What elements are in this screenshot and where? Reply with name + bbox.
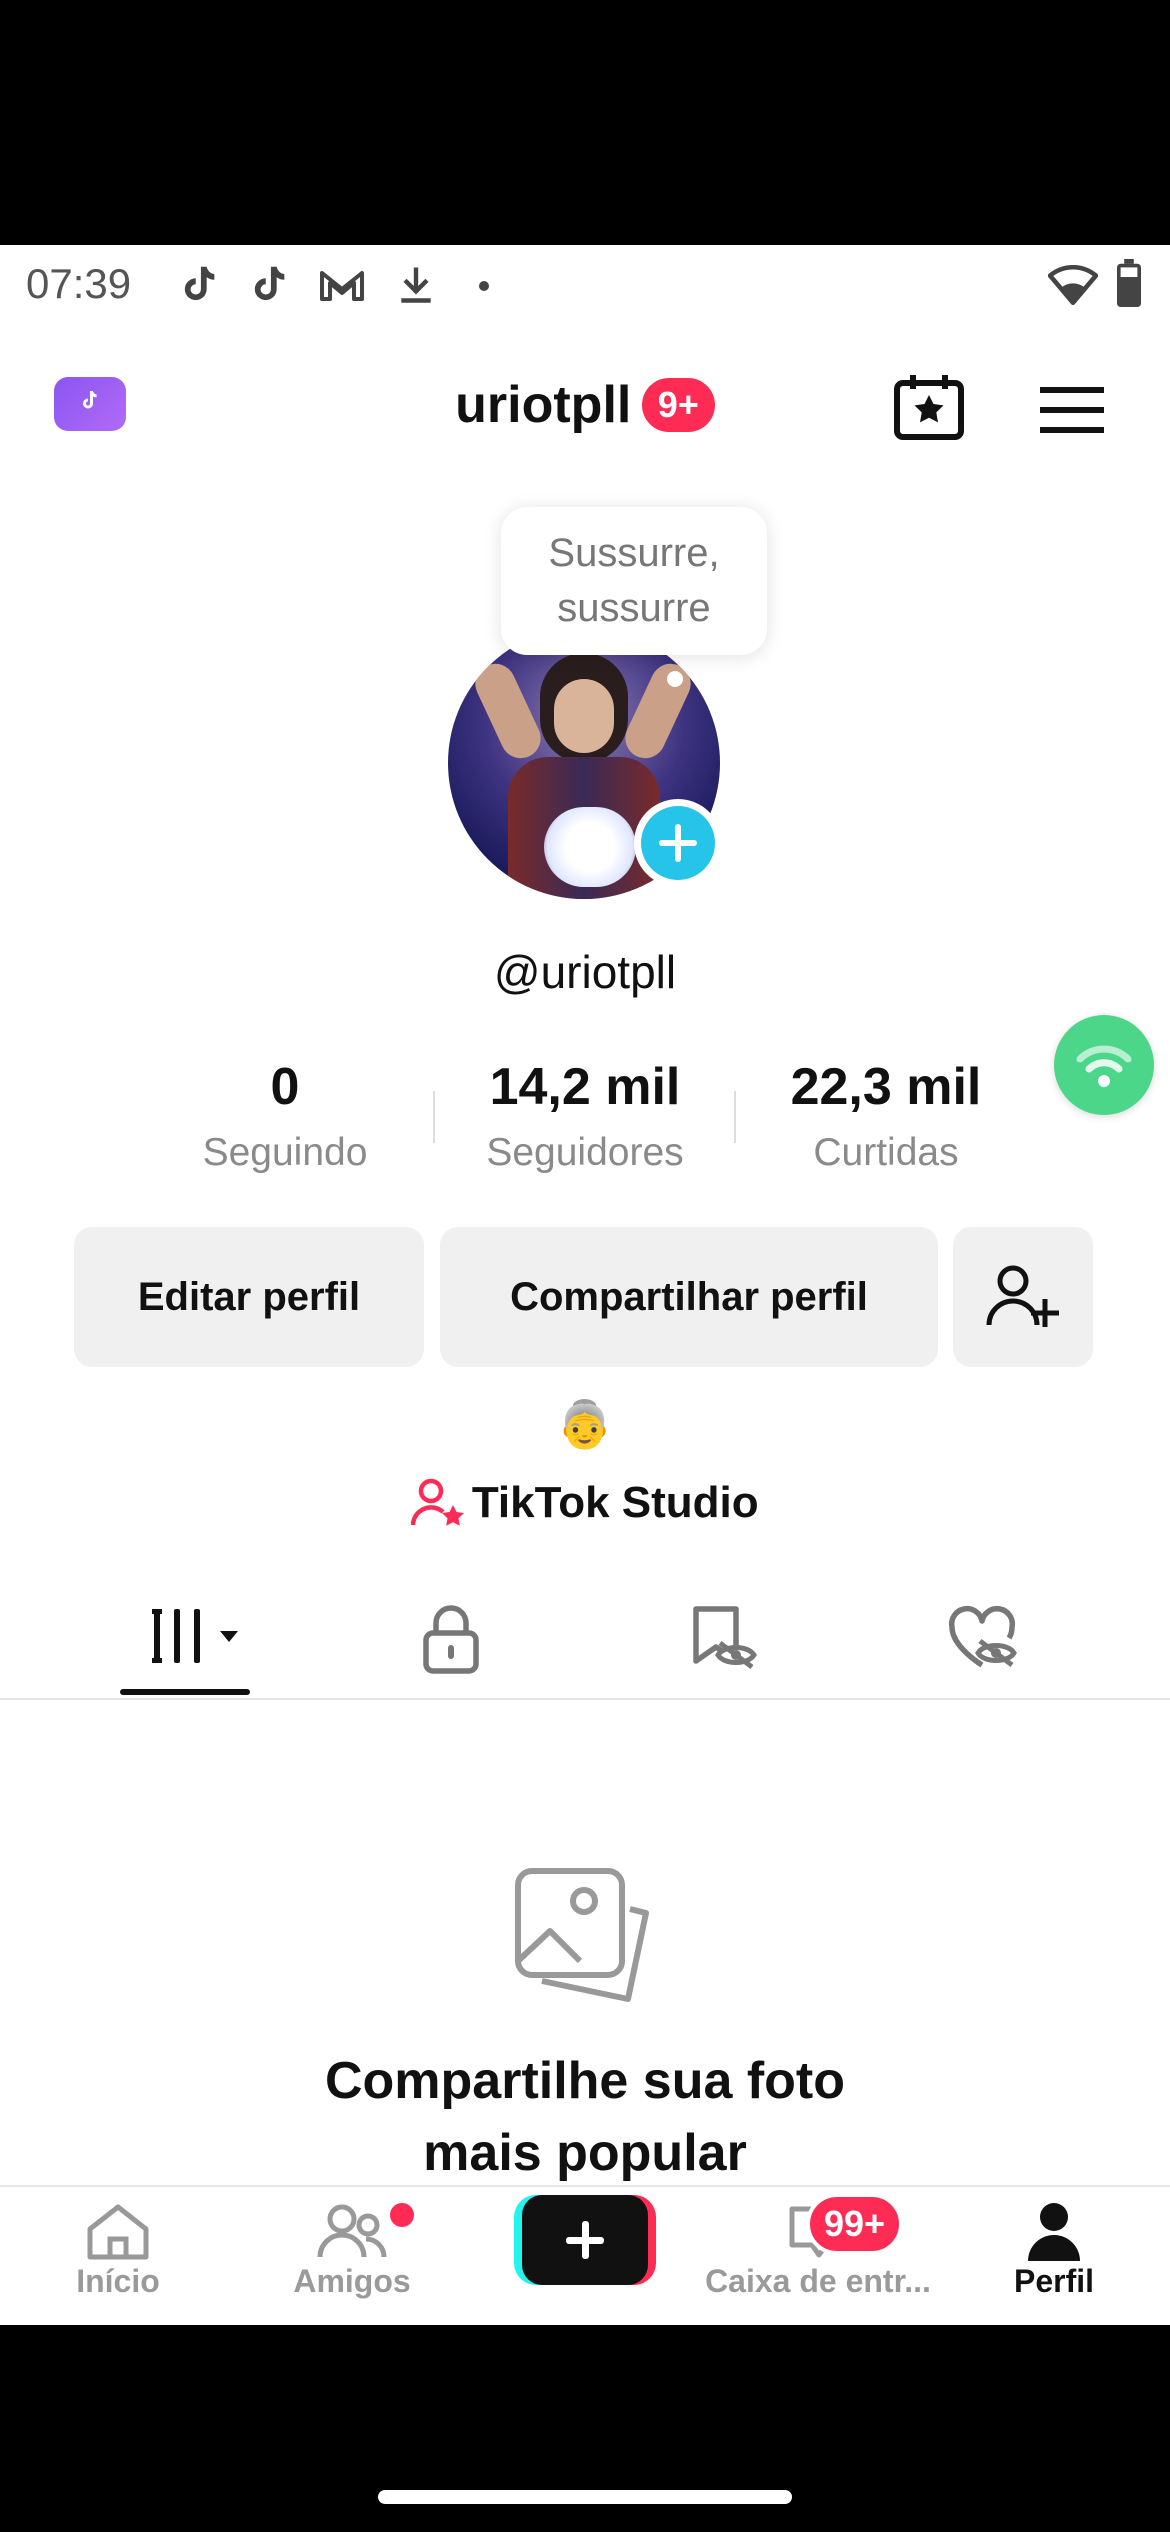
tab-videos[interactable] (150, 1605, 246, 1674)
profile-handle: @uriotpll (493, 946, 677, 998)
tooltip-line-2: sussurre (557, 586, 711, 630)
stat-followers[interactable]: 14,2 mil Seguidores (430, 1057, 740, 1175)
plus-icon (659, 824, 697, 862)
battery-icon (1117, 259, 1141, 307)
wifi-status-icon (1048, 265, 1098, 305)
calendar-star-icon[interactable] (893, 373, 965, 441)
bottom-nav-border (0, 2185, 1170, 2187)
favorites-hidden-icon[interactable] (688, 1603, 758, 1675)
avatar-arm-left (468, 657, 548, 765)
home-icon (87, 2204, 149, 2260)
nav-home[interactable]: Início (38, 2201, 198, 2300)
stat-following-label: Seguindo (202, 1131, 368, 1174)
nav-profile-label: Perfil (1013, 2263, 1095, 2299)
plus-icon (566, 2221, 604, 2259)
studio-user-star-icon (411, 1478, 465, 1526)
edit-profile-label: Editar perfil (137, 1274, 361, 1319)
avatar-arm-right (618, 657, 698, 765)
tiktok-notification-icon (184, 266, 215, 301)
stat-likes-label: Curtidas (813, 1131, 959, 1174)
tiktok-studio-link[interactable]: TikTok Studio (0, 1477, 1170, 1529)
add-friend-button[interactable] (953, 1227, 1093, 1367)
empty-state-line-1: Compartilhe sua foto (324, 2052, 846, 2110)
nav-profile[interactable]: Perfil (974, 2201, 1134, 2300)
inbox-badge: 99+ (806, 2193, 904, 2255)
nav-friends-label: Amigos (293, 2263, 411, 2299)
liked-hidden-icon[interactable] (946, 1603, 1020, 1675)
status-time: 07:39 (26, 260, 132, 307)
menu-icon[interactable] (1038, 383, 1106, 437)
add-user-icon (986, 1265, 1059, 1327)
tabs-divider (0, 1698, 1170, 1700)
nav-home-label: Início (76, 2263, 160, 2299)
floating-wifi-bubble[interactable] (1054, 1015, 1154, 1115)
friends-icon (317, 2204, 387, 2258)
empty-state-title: Compartilhe sua foto mais popular (0, 2045, 1170, 2189)
more-notifications-dot (479, 281, 489, 291)
home-indicator[interactable] (378, 2490, 792, 2504)
download-icon (401, 267, 431, 303)
avatar-tooltip-dot (667, 671, 683, 687)
tooltip-line-1: Sussurre, (548, 531, 720, 575)
edit-profile-button[interactable]: Editar perfil (74, 1227, 424, 1367)
share-profile-label: Compartilhar perfil (510, 1274, 868, 1319)
studio-label: TikTok Studio (471, 1478, 759, 1527)
grid-videos-icon (152, 1609, 238, 1663)
notification-badge: 9+ (641, 378, 715, 432)
stat-likes[interactable]: 22,3 mil Curtidas (730, 1057, 1042, 1175)
private-lock-icon[interactable] (420, 1603, 482, 1675)
add-story-circle (641, 806, 715, 880)
share-profile-button[interactable]: Compartilhar perfil (440, 1227, 938, 1367)
friends-notification-dot (390, 2203, 414, 2227)
add-story-button[interactable] (634, 799, 722, 887)
avatar-face (554, 679, 614, 753)
create-button-body (522, 2195, 648, 2285)
app-screen: 07:39 uriotpll 9+ Sussurre, sussurre @ur… (0, 245, 1170, 2325)
bio-emoji: 👵 (556, 1398, 614, 1450)
wifi-icon (1076, 1045, 1132, 1087)
status-tooltip[interactable]: Sussurre, sussurre (501, 507, 767, 655)
stat-likes-value: 22,3 mil (790, 1058, 982, 1116)
gmail-icon (320, 271, 364, 301)
active-tab-indicator (120, 1689, 250, 1695)
create-button[interactable] (514, 2195, 656, 2287)
nav-inbox-label: Caixa de entr... (705, 2263, 931, 2299)
stat-followers-label: Seguidores (486, 1131, 684, 1174)
avatar-crystal-ball (544, 807, 636, 887)
stat-following-value: 0 (270, 1058, 300, 1116)
stat-followers-value: 14,2 mil (489, 1058, 681, 1116)
stat-following[interactable]: 0 Seguindo (130, 1057, 440, 1175)
header-username[interactable]: uriotpll (455, 376, 631, 434)
header-title: uriotpll 9+ (0, 375, 1170, 435)
profile-icon (1028, 2203, 1080, 2261)
empty-state-line-2: mais popular (423, 2124, 747, 2182)
tiktok-notification-icon (254, 266, 285, 301)
photos-icon (515, 1868, 649, 2002)
